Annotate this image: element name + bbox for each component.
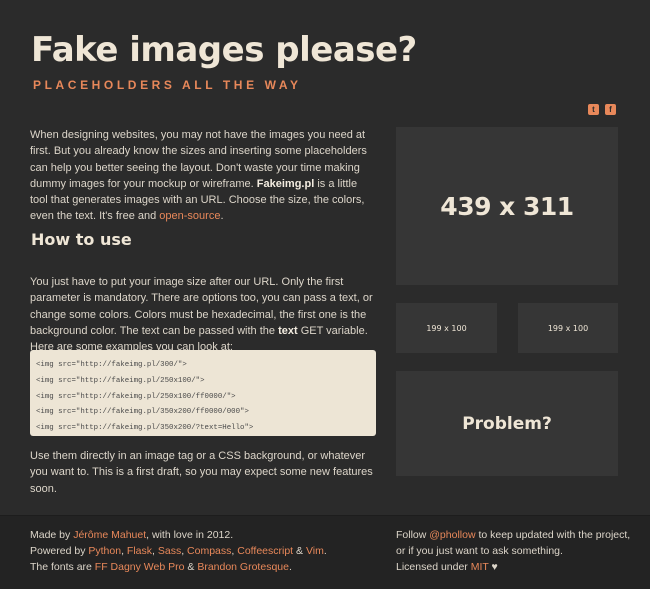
- code-line: <img src="http://fakeimg.pl/350x200/ff00…: [36, 408, 249, 417]
- open-source-link[interactable]: open-source: [159, 210, 220, 222]
- twitter-icon[interactable]: t: [588, 104, 599, 115]
- placeholder-image-problem: Problem?: [396, 371, 618, 476]
- footer-follow: Follow @phollow to keep updated with the…: [396, 529, 631, 573]
- code-line: <img src="http://fakeimg.pl/250x100/">: [36, 376, 205, 385]
- text-param: text: [278, 324, 298, 337]
- dagny-font-link[interactable]: FF Dagny Web Pro: [95, 561, 185, 573]
- code-line: <img src="http://fakeimg.pl/350x200/?tex…: [36, 424, 254, 433]
- mit-license-link[interactable]: MIT: [471, 561, 489, 573]
- intro-paragraph: When designing websites, you may not hav…: [30, 129, 367, 223]
- facebook-icon[interactable]: f: [605, 104, 616, 115]
- vim-link[interactable]: Vim: [306, 545, 324, 557]
- brandon-font-link[interactable]: Brandon Grotesque: [197, 561, 289, 573]
- flask-link[interactable]: Flask: [127, 545, 152, 557]
- sass-link[interactable]: Sass: [158, 545, 181, 557]
- placeholder-image-small: 199 x 100: [518, 303, 618, 353]
- brand-name: Fakeimg.pl: [256, 177, 315, 190]
- outro-paragraph: Use them directly in an image tag or a C…: [30, 450, 373, 495]
- placeholder-image-large: 439 x 311: [396, 127, 618, 285]
- author-link[interactable]: Jérôme Mahuet: [73, 529, 146, 541]
- usage-paragraph: You just have to put your image size aft…: [30, 276, 373, 354]
- footer-credits: Made by Jérôme Mahuet, with love in 2012…: [30, 529, 327, 573]
- python-link[interactable]: Python: [88, 545, 121, 557]
- placeholder-image-small: 199 x 100: [396, 303, 497, 353]
- compass-link[interactable]: Compass: [187, 545, 231, 557]
- how-to-use-heading: How to use: [31, 230, 132, 249]
- code-line: <img src="http://fakeimg.pl/250x100/ff00…: [36, 392, 236, 401]
- site-title: Fake images please?: [31, 30, 417, 70]
- twitter-handle-link[interactable]: @phollow: [429, 529, 475, 541]
- coffeescript-link[interactable]: Coffeescript: [237, 545, 293, 557]
- code-examples: <img src="http://fakeimg.pl/300/"> <img …: [30, 350, 376, 436]
- site-tagline: PLACEHOLDERS ALL THE WAY: [33, 78, 302, 92]
- heart-icon: ♥: [488, 561, 498, 573]
- code-line: <img src="http://fakeimg.pl/300/">: [36, 361, 187, 369]
